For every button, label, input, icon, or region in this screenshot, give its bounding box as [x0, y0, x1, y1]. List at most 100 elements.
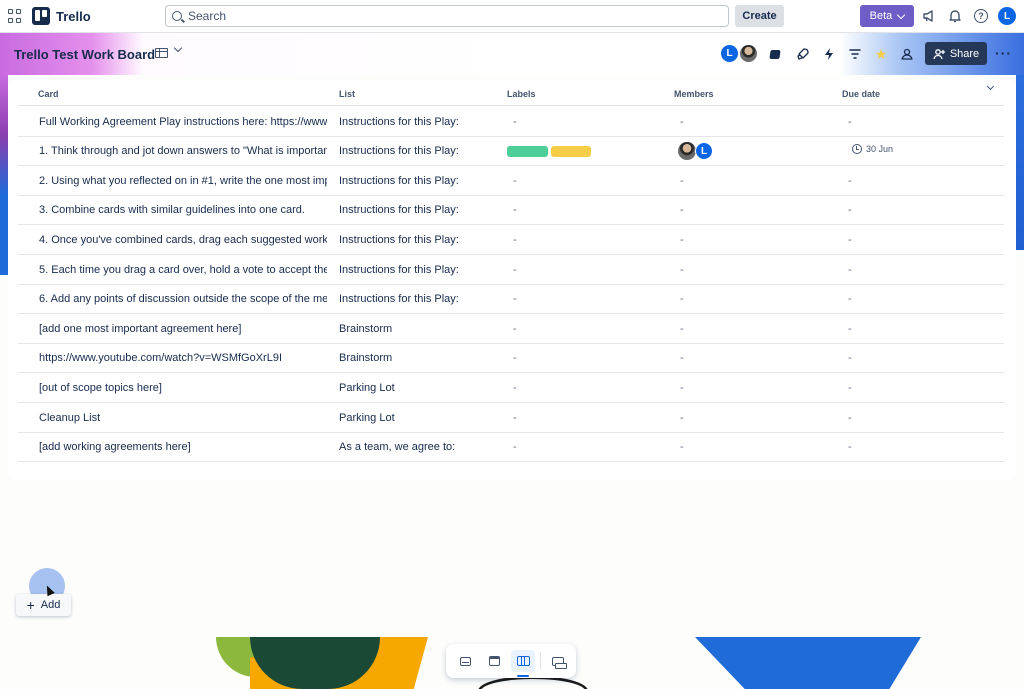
members-empty[interactable]: - — [680, 352, 684, 364]
table-row[interactable]: [add working agreements here] As a team,… — [18, 432, 1004, 462]
due-empty[interactable]: - — [848, 175, 852, 187]
labels-empty[interactable]: - — [513, 412, 517, 424]
members-empty[interactable]: - — [680, 323, 684, 335]
table-row[interactable]: 1. Think through and jot down answers to… — [18, 136, 1004, 166]
due-empty[interactable]: - — [848, 412, 852, 424]
search-input[interactable] — [188, 9, 688, 23]
card-name[interactable]: 3. Combine cards with similar guidelines… — [39, 204, 327, 216]
due-empty[interactable]: - — [848, 352, 852, 364]
labels-empty[interactable]: - — [513, 441, 517, 453]
card-name[interactable]: [add one most important agreement here] — [39, 323, 327, 335]
automation-bolt-icon[interactable] — [822, 47, 836, 61]
search-box[interactable] — [165, 5, 729, 27]
board-title[interactable]: Trello Test Work Board — [14, 47, 155, 62]
card-name[interactable]: 2. Using what you reflected on in #1, wr… — [39, 175, 327, 187]
table-row[interactable]: https://www.youtube.com/watch?v=WSMfGoXr… — [18, 343, 1004, 373]
card-name[interactable]: Cleanup List — [39, 412, 327, 424]
column-header-list[interactable]: List — [339, 89, 355, 99]
filter-icon[interactable] — [848, 47, 862, 61]
members-empty[interactable]: - — [680, 175, 684, 187]
planner-view-button[interactable] — [482, 650, 506, 672]
members-empty[interactable]: - — [680, 293, 684, 305]
trello-logo[interactable]: Trello — [32, 7, 91, 25]
list-name[interactable]: Instructions for this Play: — [339, 116, 499, 128]
card-name[interactable]: [out of scope topics here] — [39, 382, 327, 394]
notifications-bell-icon[interactable] — [948, 9, 962, 23]
table-row[interactable]: Cleanup List Parking Lot - - - — [18, 403, 1004, 433]
column-header-members[interactable]: Members — [674, 89, 714, 99]
board-member-avatar[interactable]: L — [720, 44, 739, 63]
share-button[interactable]: Share — [925, 42, 987, 65]
labels-empty[interactable]: - — [513, 264, 517, 276]
members-empty[interactable]: - — [680, 234, 684, 246]
labels-empty[interactable]: - — [513, 382, 517, 394]
beta-button[interactable]: Beta — [860, 5, 914, 27]
label-green[interactable] — [507, 146, 548, 157]
card-name[interactable]: [add working agreements here] — [39, 441, 327, 453]
members-empty[interactable]: - — [680, 116, 684, 128]
labels-empty[interactable]: - — [513, 175, 517, 187]
list-name[interactable]: Parking Lot — [339, 382, 499, 394]
list-name[interactable]: Brainstorm — [339, 352, 499, 364]
card-name[interactable]: 6. Add any points of discussion outside … — [39, 293, 327, 305]
due-date[interactable]: 30 Jun — [852, 144, 893, 154]
list-name[interactable]: Instructions for this Play: — [339, 204, 499, 216]
due-empty[interactable]: - — [848, 264, 852, 276]
table-row[interactable]: 3. Combine cards with similar guidelines… — [18, 195, 1004, 225]
due-empty[interactable]: - — [848, 204, 852, 216]
table-row[interactable]: Full Working Agreement Play instructions… — [18, 107, 1004, 137]
list-name[interactable]: Brainstorm — [339, 323, 499, 335]
due-empty[interactable]: - — [848, 234, 852, 246]
column-header-labels[interactable]: Labels — [507, 89, 536, 99]
member-photo-avatar[interactable] — [678, 142, 696, 160]
labels-empty[interactable]: - — [513, 323, 517, 335]
board-view-button[interactable] — [511, 650, 535, 677]
table-row[interactable]: 6. Add any points of discussion outside … — [18, 284, 1004, 314]
column-header-due-date[interactable]: Due date — [842, 89, 880, 99]
switch-boards-button[interactable] — [546, 650, 570, 672]
table-row[interactable]: [out of scope topics here] Parking Lot -… — [18, 373, 1004, 403]
list-name[interactable]: Parking Lot — [339, 412, 499, 424]
table-view-icon[interactable] — [155, 48, 168, 58]
view-dropdown-chevron-icon[interactable] — [173, 43, 183, 53]
table-row[interactable]: 2. Using what you reflected on in #1, wr… — [18, 166, 1004, 196]
labels-empty[interactable]: - — [513, 293, 517, 305]
members-empty[interactable]: - — [680, 382, 684, 394]
app-switcher-icon[interactable] — [8, 9, 22, 23]
members-empty[interactable]: - — [680, 412, 684, 424]
card-name[interactable]: 4. Once you've combined cards, drag each… — [39, 234, 327, 246]
members-empty[interactable]: - — [680, 264, 684, 276]
list-name[interactable]: Instructions for this Play: — [339, 264, 499, 276]
card-name[interactable]: 5. Each time you drag a card over, hold … — [39, 264, 327, 276]
board-member-photo-avatar[interactable] — [739, 44, 758, 63]
user-avatar[interactable]: L — [998, 7, 1016, 25]
labels-empty[interactable]: - — [513, 116, 517, 128]
labels-empty[interactable]: - — [513, 352, 517, 364]
power-ups-rocket-icon[interactable] — [796, 47, 810, 61]
inbox-view-button[interactable] — [453, 650, 477, 672]
star-icon[interactable]: ★ — [874, 46, 888, 62]
members-empty[interactable]: - — [680, 204, 684, 216]
visibility-icon[interactable] — [900, 47, 914, 61]
create-button[interactable]: Create — [735, 5, 784, 27]
due-empty[interactable]: - — [848, 441, 852, 453]
due-empty[interactable]: - — [848, 382, 852, 394]
table-row[interactable]: 5. Each time you drag a card over, hold … — [18, 255, 1004, 285]
table-row[interactable]: [add one most important agreement here] … — [18, 314, 1004, 344]
megaphone-icon[interactable] — [922, 9, 936, 23]
columns-chevron-down-icon[interactable] — [986, 82, 995, 91]
labels-empty[interactable]: - — [513, 234, 517, 246]
members-empty[interactable]: - — [680, 441, 684, 453]
list-name[interactable]: As a team, we agree to: — [339, 441, 499, 453]
column-header-card[interactable]: Card — [38, 89, 59, 99]
card-name[interactable]: 1. Think through and jot down answers to… — [39, 145, 327, 157]
list-name[interactable]: Instructions for this Play: — [339, 145, 499, 157]
labels-empty[interactable]: - — [513, 204, 517, 216]
list-name[interactable]: Instructions for this Play: — [339, 293, 499, 305]
card-name[interactable]: https://www.youtube.com/watch?v=WSMfGoXr… — [39, 352, 327, 364]
table-row[interactable]: 4. Once you've combined cards, drag each… — [18, 225, 1004, 255]
card-name[interactable]: Full Working Agreement Play instructions… — [39, 116, 327, 128]
member-avatar[interactable]: L — [695, 142, 713, 160]
due-empty[interactable]: - — [848, 116, 852, 128]
help-icon[interactable]: ? — [974, 9, 988, 23]
